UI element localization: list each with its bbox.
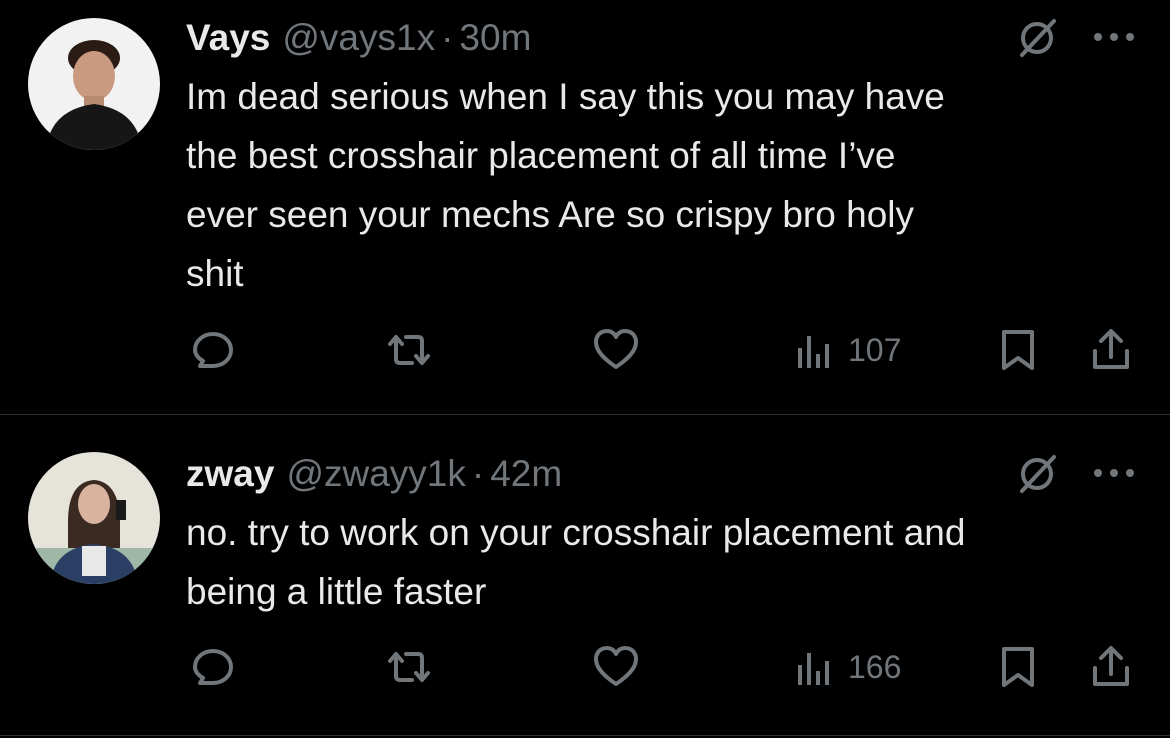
- timestamp[interactable]: 30m: [459, 16, 531, 60]
- display-name[interactable]: Vays: [186, 16, 270, 60]
- share-icon: [1093, 329, 1129, 369]
- avatar[interactable]: [28, 452, 160, 584]
- share-icon: [1093, 646, 1129, 686]
- reply-button[interactable]: [190, 326, 236, 374]
- bookmark-button[interactable]: [998, 643, 1038, 691]
- display-name[interactable]: zway: [186, 452, 274, 496]
- views-icon: [798, 336, 829, 368]
- separator-dot: ·: [471, 453, 485, 494]
- tweet-header: zway @zwayy1k · 42m: [186, 452, 562, 496]
- bookmark-icon: [1002, 647, 1034, 687]
- like-icon: [594, 646, 638, 686]
- like-button[interactable]: [592, 326, 640, 374]
- views-button[interactable]: 107: [794, 326, 901, 374]
- more-icon[interactable]: [1088, 463, 1140, 483]
- views-icon: [798, 653, 829, 685]
- avatar-image: [28, 452, 160, 584]
- tweet[interactable]: zway @zwayy1k · 42m no. try to work on y…: [0, 415, 1170, 736]
- reply-icon: [193, 332, 233, 368]
- grok-icon[interactable]: [1014, 15, 1060, 61]
- reply-icon: [193, 649, 233, 685]
- timestamp[interactable]: 42m: [490, 452, 562, 496]
- views-button[interactable]: 166: [794, 643, 901, 691]
- username-handle[interactable]: @zwayy1k: [286, 452, 465, 496]
- reply-button[interactable]: [190, 643, 236, 691]
- retweet-icon: [388, 335, 430, 365]
- separator-dot: ·: [441, 17, 454, 58]
- more-icon[interactable]: [1088, 27, 1140, 47]
- like-icon: [594, 329, 638, 369]
- retweet-button[interactable]: [384, 326, 434, 374]
- share-button[interactable]: [1088, 326, 1134, 374]
- tweet-text: no. try to work on your crosshair placem…: [186, 512, 966, 612]
- bookmark-icon: [1002, 330, 1034, 370]
- tweet-header: Vays @vays1x · 30m: [186, 16, 531, 60]
- views-count: 166: [848, 649, 902, 685]
- avatar[interactable]: [28, 18, 160, 150]
- share-button[interactable]: [1088, 643, 1134, 691]
- tweet-text: Im dead serious when I say this you may …: [186, 76, 945, 294]
- like-button[interactable]: [592, 643, 640, 691]
- tweet[interactable]: Vays @vays1x · 30m Im dead serious when …: [0, 0, 1170, 415]
- retweet-button[interactable]: [384, 643, 434, 691]
- username-handle[interactable]: @vays1x: [282, 16, 435, 60]
- views-count: 107: [848, 332, 902, 368]
- avatar-image: [28, 18, 160, 150]
- retweet-icon: [388, 652, 430, 682]
- bookmark-button[interactable]: [998, 326, 1038, 374]
- grok-icon[interactable]: [1014, 451, 1060, 497]
